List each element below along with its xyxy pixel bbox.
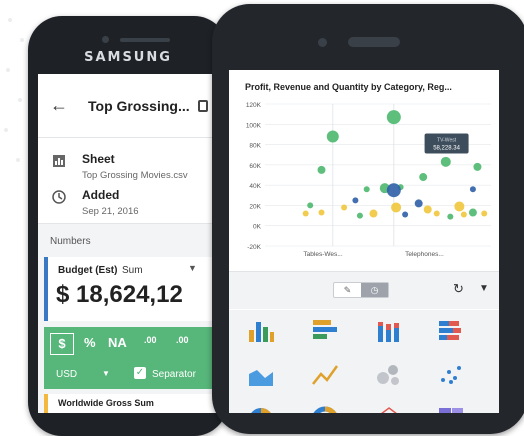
data-point (440, 156, 451, 167)
radar-chart-icon[interactable] (375, 406, 403, 413)
data-point (423, 205, 432, 214)
area-chart-icon[interactable] (247, 362, 275, 388)
x-tick-label: Telephones... (405, 251, 444, 258)
y-tick-label: -20K (247, 244, 261, 251)
field-label: Budget (Est) (58, 265, 118, 276)
percent-format-button[interactable]: % (84, 335, 96, 350)
data-point (363, 186, 370, 193)
speaker-grille (348, 37, 400, 47)
budget-card[interactable]: Budget (Est) Sum ▼ $ 18,624,12 (44, 257, 228, 321)
increase-decimal-button[interactable]: .00 (176, 335, 189, 345)
y-tick-label: 0K (253, 224, 262, 231)
added-value: Sep 21, 2016 (82, 206, 139, 217)
sheet-icon (53, 155, 65, 167)
data-point (454, 201, 465, 212)
data-point (391, 202, 402, 213)
stacked-bar-icon[interactable] (375, 318, 403, 344)
tooltip-value: 58,228.34 (433, 146, 460, 152)
data-point (302, 210, 309, 217)
dataset-info: Sheet Top Grossing Movies.csv Added Sep … (38, 138, 228, 224)
chart-title: Profit, Revenue and Quantity by Category… (245, 82, 452, 92)
chart-view-icon[interactable]: ◷ (361, 283, 388, 297)
added-label: Added (82, 188, 120, 202)
format-toolbar: $ % NA .00 .00 USD ▼ ✓ Separator (44, 327, 228, 389)
data-point (469, 186, 476, 193)
currency-select[interactable]: USD (56, 369, 77, 380)
x-tick-label: Tables-Wes... (303, 251, 342, 258)
data-point (318, 209, 325, 216)
data-point (419, 173, 428, 182)
chevron-down-icon[interactable]: ▼ (102, 369, 110, 378)
data-point (386, 110, 401, 125)
left-phone-screen: ← Top Grossing... Sheet Top Grossing Mov… (38, 74, 228, 413)
pie-chart-icon[interactable] (247, 406, 275, 413)
data-point (307, 202, 314, 209)
line-chart-icon[interactable] (311, 362, 339, 388)
gross-card[interactable]: Worldwide Gross Sum (44, 394, 228, 413)
data-point (326, 130, 339, 143)
scatter-chart-icon[interactable] (437, 362, 465, 388)
right-phone-screen: Profit, Revenue and Quantity by Category… (229, 70, 499, 413)
y-tick-label: 40K (249, 183, 261, 190)
speaker-grille (120, 38, 170, 42)
data-point (414, 199, 423, 208)
decrease-decimal-button[interactable]: .00 (144, 335, 157, 345)
data-point (369, 209, 378, 218)
separator-label: Separator (152, 369, 196, 380)
share-icon[interactable] (197, 99, 208, 112)
data-point (460, 211, 467, 218)
y-tick-label: 120K (246, 102, 262, 109)
front-camera (318, 38, 327, 47)
brand-logo: SAMSUNG (84, 50, 172, 65)
data-point (341, 204, 348, 211)
added-row: Added Sep 21, 2016 (52, 188, 139, 217)
tooltip-title: TV-West (437, 138, 457, 144)
data-point (468, 208, 477, 217)
app-header: ← Top Grossing... (38, 74, 228, 138)
currency-format-button[interactable]: $ (50, 333, 74, 355)
y-tick-label: 80K (249, 143, 261, 150)
budget-value: $ 18,624,12 (56, 281, 183, 308)
chevron-down-icon[interactable]: ▼ (188, 263, 197, 273)
aggregate-label: Sum (122, 265, 143, 276)
data-point (356, 212, 363, 219)
data-point (447, 213, 454, 220)
stacked-horizontal-icon[interactable] (437, 318, 465, 344)
data-point (473, 162, 482, 171)
field-label: Worldwide Gross Sum (58, 398, 154, 408)
chart-toolbar: ✎ ◷ ↻ ▼ (229, 271, 499, 309)
treemap-icon[interactable] (437, 406, 465, 413)
sheet-row: Sheet Top Grossing Movies.csv (52, 152, 188, 181)
sheet-label: Sheet (82, 152, 115, 166)
donut-chart-icon[interactable] (311, 406, 339, 413)
data-point (386, 183, 401, 198)
na-format-button[interactable]: NA (108, 335, 127, 350)
sheet-value: Top Grossing Movies.csv (82, 170, 188, 181)
data-point (317, 165, 326, 174)
refresh-icon[interactable]: ↻ (453, 281, 464, 297)
view-toggle[interactable]: ✎ ◷ (333, 282, 389, 298)
chart-type-gallery (229, 310, 499, 413)
separator-checkbox[interactable]: ✓ (134, 367, 146, 379)
bar-chart-icon[interactable] (247, 318, 275, 344)
clock-icon (52, 190, 66, 204)
data-point (352, 197, 359, 204)
caret-down-icon[interactable]: ▼ (479, 283, 489, 294)
horizontal-bar-icon[interactable] (311, 318, 339, 344)
edit-icon[interactable]: ✎ (334, 283, 361, 297)
data-point (433, 210, 440, 217)
y-tick-label: 100K (246, 122, 262, 129)
y-tick-label: 60K (249, 163, 261, 170)
y-tick-label: 20K (249, 203, 261, 210)
section-label: Numbers (50, 236, 91, 247)
data-point (481, 210, 488, 217)
scatter-chart[interactable]: 120K 100K 80K 60K 40K 20K 0K -20K TV-West 58,228.… (229, 94, 499, 270)
bubble-chart-icon[interactable] (375, 362, 403, 388)
arrow-left-icon[interactable]: ← (50, 95, 74, 116)
page-title: Top Grossing... (88, 97, 190, 114)
front-camera (102, 36, 109, 43)
data-point (402, 211, 409, 218)
